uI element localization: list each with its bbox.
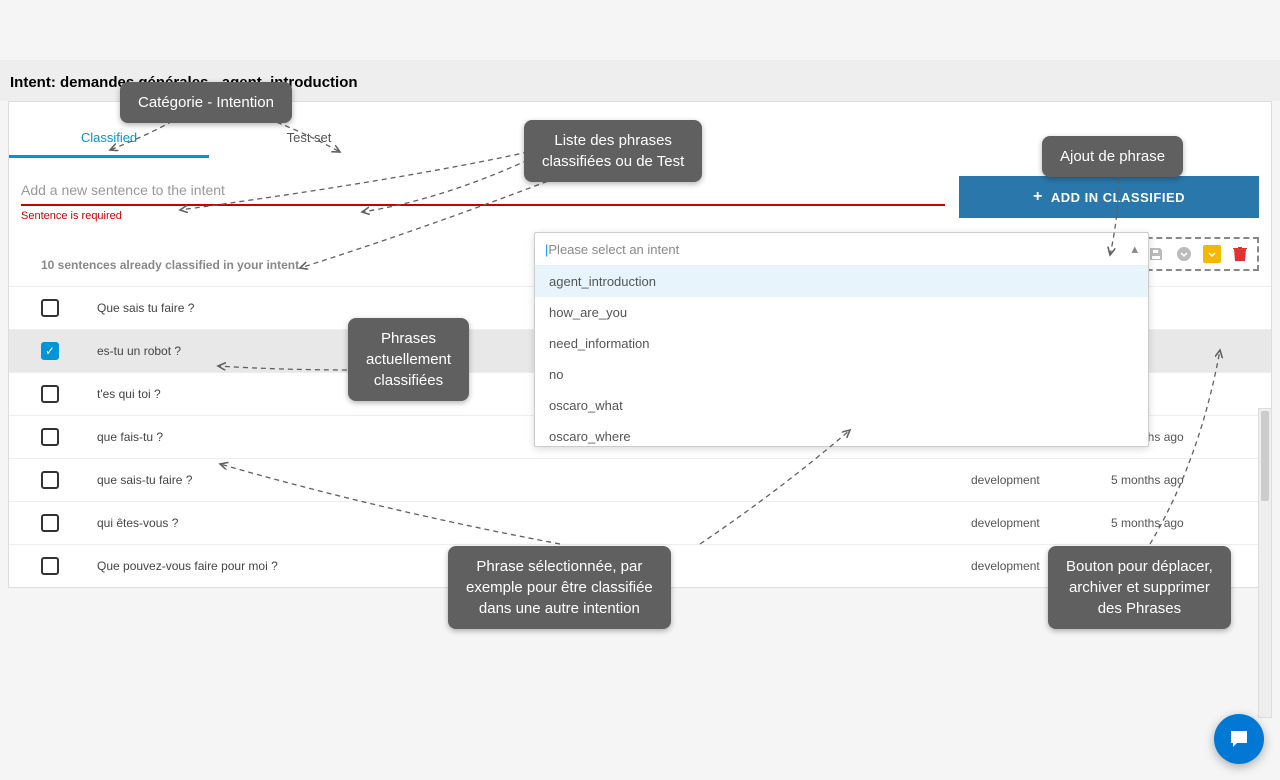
annotation-classified: Phrases actuellement classifiées: [348, 318, 469, 401]
table-row[interactable]: qui êtes-vous ?development5 months ago: [9, 501, 1271, 544]
tab-classified[interactable]: Classified: [9, 120, 209, 158]
checkbox[interactable]: ✓: [41, 342, 59, 360]
checkbox[interactable]: [41, 385, 59, 403]
annotation-actions: Bouton pour déplacer, archiver et suppri…: [1048, 546, 1231, 629]
table-row[interactable]: que sais-tu faire ?development5 months a…: [9, 458, 1271, 501]
add-in-classified-button[interactable]: + ADD IN CLASSIFIED: [959, 176, 1259, 218]
intent-dropdown[interactable]: |Please select an intent ▴ agent_introdu…: [534, 232, 1149, 447]
dropdown-option[interactable]: no: [535, 359, 1148, 390]
chevron-up-icon: ▴: [1131, 241, 1138, 257]
dropdown-option[interactable]: oscaro_what: [535, 390, 1148, 421]
annotation-selected: Phrase sélectionnée, par exemple pour êt…: [448, 546, 671, 629]
dropdown-header[interactable]: |Please select an intent ▴: [535, 233, 1148, 266]
dropdown-option[interactable]: agent_introduction: [535, 266, 1148, 297]
scrollbar-thumb[interactable]: [1261, 411, 1269, 501]
annotation-tabs: Liste des phrases classifiées ou de Test: [524, 120, 702, 182]
checkbox[interactable]: [41, 514, 59, 532]
tab-testset[interactable]: Test set: [209, 120, 409, 158]
error-text: Sentence is required: [21, 210, 945, 222]
dropdown-option[interactable]: need_information: [535, 328, 1148, 359]
env-label: development: [971, 473, 1111, 487]
chat-bubble-button[interactable]: [1214, 714, 1264, 764]
trash-icon[interactable]: [1231, 245, 1249, 263]
sentence-text: que sais-tu faire ?: [97, 473, 971, 487]
move-icon[interactable]: [1203, 245, 1221, 263]
dropdown-list: agent_introductionhow_are_youneed_inform…: [535, 266, 1148, 446]
action-toolbar: [1137, 237, 1259, 271]
checkbox[interactable]: [41, 557, 59, 575]
checkbox[interactable]: [41, 471, 59, 489]
save-icon[interactable]: [1147, 245, 1165, 263]
checkbox[interactable]: [41, 299, 59, 317]
time-ago: 5 months ago: [1111, 473, 1251, 487]
sentence-input[interactable]: [21, 176, 945, 206]
add-btn-label: ADD IN CLASSIFIED: [1051, 190, 1185, 205]
time-ago: 5 months ago: [1111, 516, 1251, 530]
dropdown-placeholder: Please select an intent: [548, 242, 679, 257]
plus-icon: +: [1033, 188, 1043, 206]
dropdown-option[interactable]: how_are_you: [535, 297, 1148, 328]
annotation-category: Catégorie - Intention: [120, 82, 292, 123]
env-label: development: [971, 516, 1111, 530]
sentence-text: qui êtes-vous ?: [97, 516, 971, 530]
scrollbar[interactable]: [1258, 408, 1272, 718]
annotation-add: Ajout de phrase: [1042, 136, 1183, 177]
checkbox[interactable]: [41, 428, 59, 446]
dropdown-option[interactable]: oscaro_where: [535, 421, 1148, 446]
archive-icon[interactable]: [1175, 245, 1193, 263]
